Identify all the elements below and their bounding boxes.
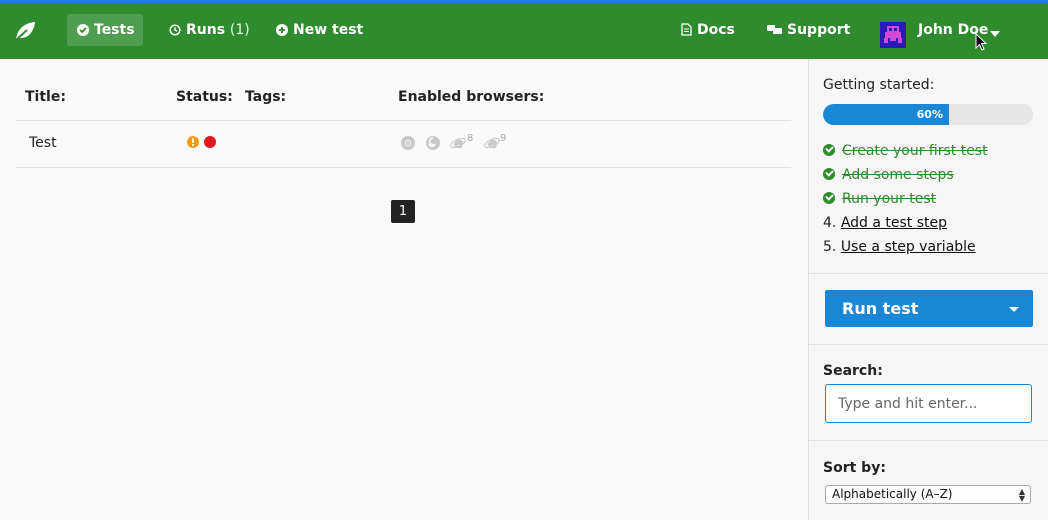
step-link[interactable]: Create your first test xyxy=(842,143,988,159)
chrome-icon xyxy=(401,136,415,150)
pagination-page-1[interactable]: 1 xyxy=(391,200,415,223)
tests-list-panel: Title: Status: Tags: Enabled browsers: T… xyxy=(0,59,808,520)
nav-docs-label: Docs xyxy=(697,22,735,38)
check-circle-icon xyxy=(823,168,835,180)
column-header-status: Status: xyxy=(176,89,233,105)
step-number: 4. xyxy=(823,215,837,231)
select-arrows-icon: ▲ ▼ xyxy=(1018,487,1025,503)
run-test-button[interactable]: Run test xyxy=(825,290,1033,327)
nav-runs-count: (1) xyxy=(229,22,250,38)
check-circle-icon xyxy=(823,192,835,204)
nav-docs[interactable]: Docs xyxy=(671,14,745,46)
chat-bubbles-icon xyxy=(767,25,782,34)
right-sidebar: Getting started: 60% Create your first t… xyxy=(808,59,1048,520)
test-title-link[interactable]: Test xyxy=(29,135,57,151)
nav-new-test-label: New test xyxy=(293,22,364,38)
document-icon xyxy=(681,23,692,36)
table-divider xyxy=(16,167,791,168)
top-navbar: Tests Runs (1) New test Docs Support Joh… xyxy=(0,3,1048,59)
nav-support-label: Support xyxy=(787,22,851,38)
column-header-browsers: Enabled browsers: xyxy=(398,89,545,105)
progress-fill: 60% xyxy=(823,104,949,125)
sidebar-divider xyxy=(809,344,1048,345)
step-link[interactable]: Add a test step xyxy=(841,215,947,231)
step-link[interactable]: Use a step variable xyxy=(841,239,976,255)
check-circle-icon xyxy=(77,24,89,36)
step-number: 5. xyxy=(823,239,837,255)
chevron-down-icon[interactable] xyxy=(990,31,1000,37)
nav-tests-label: Tests xyxy=(94,22,135,38)
nav-new-test[interactable]: New test xyxy=(266,14,373,46)
step-link[interactable]: Run your test xyxy=(842,191,936,207)
warning-icon xyxy=(187,136,199,148)
mouse-cursor-icon xyxy=(975,33,988,51)
onboarding-step[interactable]: 4. Add a test step xyxy=(823,213,947,233)
check-circle-icon xyxy=(823,144,835,156)
nav-tests[interactable]: Tests xyxy=(67,14,143,46)
browser-version: 8 xyxy=(467,133,474,144)
leaf-logo-icon[interactable] xyxy=(12,18,38,44)
nav-runs[interactable]: Runs (1) xyxy=(159,14,260,46)
sidebar-divider xyxy=(809,440,1048,441)
onboarding-step[interactable]: Add some steps xyxy=(823,165,954,185)
step-link[interactable]: Add some steps xyxy=(842,167,954,183)
ie-icon xyxy=(484,137,500,149)
user-avatar[interactable] xyxy=(880,22,906,48)
firefox-icon xyxy=(426,136,440,150)
onboarding-step[interactable]: Create your first test xyxy=(823,141,988,161)
nav-support[interactable]: Support xyxy=(757,14,860,46)
sort-select[interactable]: Alphabetically (A–Z) ▲ ▼ xyxy=(825,485,1031,504)
getting-started-label: Getting started: xyxy=(823,77,935,93)
ie-icon xyxy=(450,137,466,149)
onboarding-step[interactable]: 5. Use a step variable xyxy=(823,237,976,257)
onboarding-progress-bar: 60% xyxy=(823,104,1033,125)
onboarding-step[interactable]: Run your test xyxy=(823,189,936,209)
search-input[interactable] xyxy=(825,384,1032,423)
chevron-down-icon[interactable] xyxy=(1009,307,1019,312)
table-divider xyxy=(16,120,791,121)
search-label: Search: xyxy=(823,363,883,379)
column-header-title: Title: xyxy=(25,89,66,105)
plus-circle-icon xyxy=(276,24,288,36)
sidebar-divider xyxy=(809,273,1048,274)
sort-label: Sort by: xyxy=(823,460,886,476)
error-dot-icon xyxy=(204,136,216,148)
sort-selected-value: Alphabetically (A–Z) xyxy=(832,487,953,501)
column-header-tags: Tags: xyxy=(245,89,287,105)
history-icon xyxy=(169,24,181,36)
browser-version: 9 xyxy=(500,133,507,144)
nav-runs-label: Runs xyxy=(186,22,226,38)
